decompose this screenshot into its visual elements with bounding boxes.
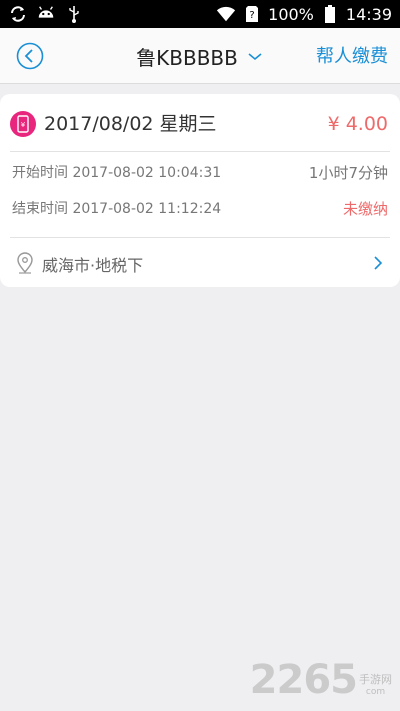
watermark-text-en: com [365, 687, 386, 697]
start-time-value: 2017-08-02 10:04:31 [72, 165, 222, 181]
site-watermark: 2265 手游网 com [250, 657, 392, 703]
svg-text:?: ? [249, 10, 254, 21]
clock: 14:39 [345, 4, 392, 24]
start-time-row: 开始时间 2017-08-02 10:04:31 1小时7分钟 [12, 162, 388, 186]
location-name: 威海市·地税下 [42, 256, 144, 275]
location-pin-icon [16, 252, 34, 274]
parking-duration: 1小时7分钟 [308, 164, 388, 182]
card-header: ¥ 2017/08/02 星期三 ¥ 4.00 [10, 94, 390, 152]
parking-record-card[interactable]: ¥ 2017/08/02 星期三 ¥ 4.00 开始时间 2017-08-02 … [0, 94, 400, 287]
sync-icon [8, 4, 28, 24]
sim-unknown-icon: ? [242, 4, 262, 24]
phone-payment-icon: ¥ [10, 111, 36, 137]
plate-number-title[interactable]: 鲁KBBBBB [136, 42, 238, 71]
chevron-right-icon[interactable] [372, 255, 384, 271]
battery-icon [320, 4, 340, 24]
back-arrow-icon [16, 42, 44, 70]
start-time-label: 开始时间 [12, 165, 68, 181]
watermark-number: 2265 [249, 657, 358, 703]
chevron-down-icon[interactable] [246, 47, 264, 65]
record-amount: ¥ 4.00 [327, 113, 388, 135]
usb-icon [64, 4, 84, 24]
record-date: 2017/08/02 星期三 [44, 113, 217, 135]
location-row[interactable]: 威海市·地税下 [10, 237, 390, 287]
battery-percent: 100% [268, 4, 314, 24]
status-bar: ? 100% 14:39 [0, 0, 400, 28]
back-button[interactable] [16, 42, 44, 70]
end-time-row: 结束时间 2017-08-02 11:12:24 未缴纳 [12, 198, 388, 222]
payment-status: 未缴纳 [342, 200, 388, 218]
end-time-label: 结束时间 [12, 201, 68, 217]
svg-text:¥: ¥ [21, 121, 26, 129]
help-pay-button[interactable]: 帮人缴费 [316, 42, 388, 68]
wifi-icon [216, 4, 236, 24]
top-nav-bar: 鲁KBBBBB 帮人缴费 [0, 28, 400, 84]
end-time-value: 2017-08-02 11:12:24 [72, 201, 222, 217]
android-icon [36, 4, 56, 24]
watermark-text-cn: 手游网 [359, 673, 392, 686]
